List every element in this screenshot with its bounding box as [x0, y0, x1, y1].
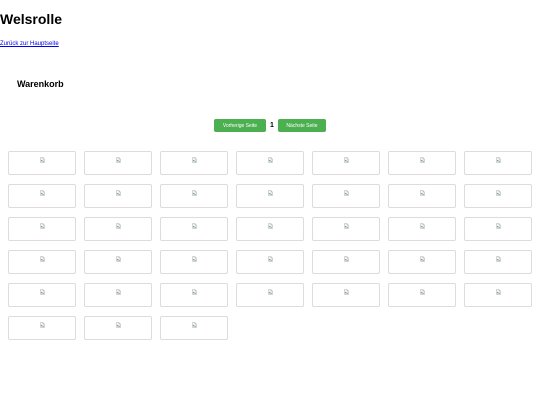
product-tile[interactable] — [464, 217, 532, 241]
broken-image-icon — [116, 256, 121, 262]
product-tile[interactable] — [388, 283, 456, 307]
broken-image-icon — [268, 256, 273, 262]
product-tile[interactable] — [160, 184, 228, 208]
cart-heading: Warenkorb — [17, 79, 64, 89]
broken-image-icon — [496, 157, 501, 163]
broken-image-icon — [192, 256, 197, 262]
pagination: Vorherige Seite 1 Nächste Seite — [0, 119, 540, 132]
product-tile[interactable] — [236, 250, 304, 274]
broken-image-icon — [268, 223, 273, 229]
product-tile[interactable] — [8, 283, 76, 307]
product-tile[interactable] — [236, 217, 304, 241]
product-tile[interactable] — [312, 283, 380, 307]
broken-image-icon — [192, 223, 197, 229]
broken-image-icon — [268, 289, 273, 295]
product-tile[interactable] — [388, 151, 456, 175]
broken-image-icon — [116, 322, 121, 328]
broken-image-icon — [192, 289, 197, 295]
broken-image-icon — [496, 256, 501, 262]
product-grid — [8, 151, 532, 340]
broken-image-icon — [420, 157, 425, 163]
product-tile[interactable] — [388, 217, 456, 241]
product-tile[interactable] — [84, 283, 152, 307]
product-tile[interactable] — [464, 250, 532, 274]
page: Welsrolle Zurück zur Hauptseite Warenkor… — [0, 0, 540, 405]
back-to-home-link[interactable]: Zurück zur Hauptseite — [0, 40, 59, 48]
product-tile[interactable] — [160, 283, 228, 307]
product-tile[interactable] — [388, 184, 456, 208]
product-tile[interactable] — [84, 250, 152, 274]
product-tile[interactable] — [236, 184, 304, 208]
broken-image-icon — [420, 256, 425, 262]
product-tile[interactable] — [236, 151, 304, 175]
broken-image-icon — [40, 256, 45, 262]
broken-image-icon — [40, 157, 45, 163]
broken-image-icon — [420, 289, 425, 295]
product-tile[interactable] — [8, 151, 76, 175]
broken-image-icon — [496, 289, 501, 295]
product-tile[interactable] — [160, 217, 228, 241]
previous-page-button[interactable]: Vorherige Seite — [214, 119, 266, 132]
next-page-button[interactable]: Nächste Seite — [278, 119, 326, 132]
broken-image-icon — [40, 289, 45, 295]
broken-image-icon — [344, 190, 349, 196]
broken-image-icon — [344, 256, 349, 262]
product-tile[interactable] — [312, 184, 380, 208]
broken-image-icon — [40, 322, 45, 328]
broken-image-icon — [344, 157, 349, 163]
broken-image-icon — [116, 289, 121, 295]
broken-image-icon — [268, 157, 273, 163]
product-tile[interactable] — [8, 250, 76, 274]
product-tile[interactable] — [388, 250, 456, 274]
broken-image-icon — [192, 157, 197, 163]
product-tile[interactable] — [312, 151, 380, 175]
broken-image-icon — [496, 190, 501, 196]
broken-image-icon — [344, 223, 349, 229]
product-tile[interactable] — [84, 316, 152, 340]
broken-image-icon — [192, 322, 197, 328]
product-tile[interactable] — [8, 316, 76, 340]
product-tile[interactable] — [84, 184, 152, 208]
product-tile[interactable] — [312, 217, 380, 241]
product-tile[interactable] — [464, 151, 532, 175]
product-tile[interactable] — [160, 250, 228, 274]
broken-image-icon — [420, 190, 425, 196]
product-tile[interactable] — [8, 217, 76, 241]
broken-image-icon — [116, 157, 121, 163]
broken-image-icon — [116, 223, 121, 229]
product-tile[interactable] — [160, 151, 228, 175]
current-page-number: 1 — [270, 122, 274, 129]
broken-image-icon — [192, 190, 197, 196]
broken-image-icon — [116, 190, 121, 196]
broken-image-icon — [268, 190, 273, 196]
product-tile[interactable] — [84, 151, 152, 175]
product-tile[interactable] — [8, 184, 76, 208]
product-tile[interactable] — [464, 184, 532, 208]
product-tile[interactable] — [160, 316, 228, 340]
broken-image-icon — [344, 289, 349, 295]
broken-image-icon — [420, 223, 425, 229]
product-tile[interactable] — [312, 250, 380, 274]
broken-image-icon — [40, 223, 45, 229]
site-title: Welsrolle — [0, 11, 62, 27]
product-tile[interactable] — [84, 217, 152, 241]
broken-image-icon — [496, 223, 501, 229]
product-tile[interactable] — [236, 283, 304, 307]
product-tile[interactable] — [464, 283, 532, 307]
broken-image-icon — [40, 190, 45, 196]
